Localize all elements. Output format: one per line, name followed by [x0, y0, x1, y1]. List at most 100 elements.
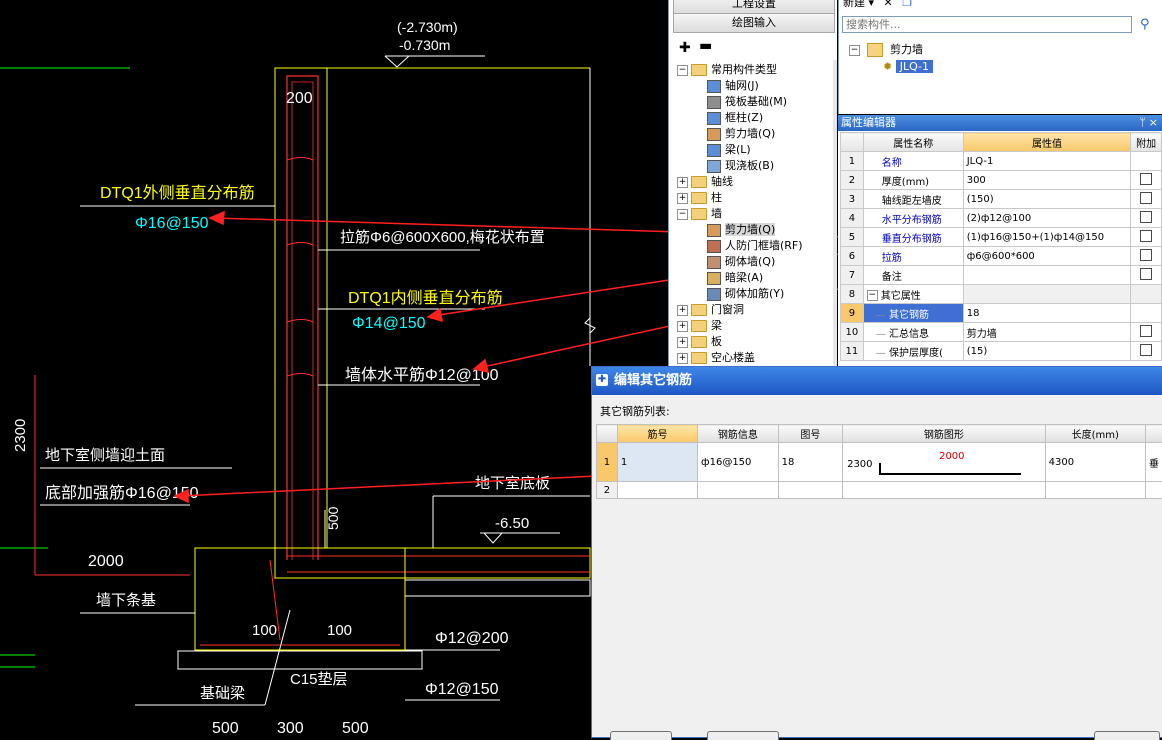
- delete-icon[interactable]: ✕: [884, 0, 893, 9]
- collapse-icon[interactable]: −: [867, 290, 878, 301]
- expand-icon[interactable]: +: [677, 177, 688, 188]
- extra-checkbox[interactable]: [1140, 268, 1152, 280]
- tree-item[interactable]: 现浇板(B): [707, 158, 774, 174]
- tree-item[interactable]: 人防门框墙(RF): [707, 238, 803, 254]
- shape-top-value[interactable]: 2000: [939, 451, 964, 462]
- property-value[interactable]: 剪力墙: [963, 323, 1131, 342]
- property-row[interactable]: 11— 保护层厚度((15): [841, 342, 1162, 361]
- extra-checkbox[interactable]: [1140, 173, 1152, 185]
- expand-icon[interactable]: +: [677, 337, 688, 348]
- rebar-info-cell[interactable]: ф16@150: [698, 443, 779, 482]
- tree-item[interactable]: +板: [677, 334, 722, 350]
- extra-cell[interactable]: 垂: [1145, 443, 1162, 482]
- figure-number-cell[interactable]: [778, 482, 842, 499]
- tree-item[interactable]: 梁(L): [707, 142, 751, 158]
- project-settings-button[interactable]: 工程设置: [673, 0, 835, 14]
- header-extra[interactable]: 附加: [1131, 133, 1162, 152]
- extra-checkbox[interactable]: [1140, 192, 1152, 204]
- expand-icon[interactable]: +: [677, 193, 688, 204]
- property-value[interactable]: 18: [963, 304, 1131, 323]
- property-row[interactable]: 2厚度(mm)300: [841, 171, 1162, 190]
- property-value[interactable]: JLQ-1: [963, 152, 1131, 171]
- tree-item[interactable]: +空心楼盖: [677, 350, 755, 366]
- grid-header-fig[interactable]: 图号: [778, 425, 842, 443]
- tree-item[interactable]: +梁: [677, 318, 722, 334]
- header-value[interactable]: 属性值: [963, 133, 1131, 152]
- pin-icon[interactable]: ᛘ: [1139, 115, 1146, 131]
- property-value[interactable]: 300: [963, 171, 1131, 190]
- property-name[interactable]: — 汇总信息: [863, 323, 963, 342]
- expand-icon[interactable]: +: [677, 321, 688, 332]
- tree-item[interactable]: +门窗洞: [677, 302, 744, 318]
- bar-number-cell[interactable]: [617, 482, 697, 499]
- property-name[interactable]: 水平分布钢筋: [863, 209, 963, 228]
- grid-header-shape[interactable]: 钢筋图形: [843, 425, 1046, 443]
- search-input[interactable]: [842, 16, 1132, 33]
- dropdown-arrow-icon[interactable]: ▾: [869, 0, 875, 9]
- extra-checkbox[interactable]: [1140, 211, 1152, 223]
- property-name[interactable]: — 其它钢筋: [863, 304, 963, 323]
- tree-item[interactable]: 剪力墙(Q): [707, 222, 775, 238]
- property-name[interactable]: 备注: [863, 266, 963, 285]
- collapse-icon[interactable]: −: [677, 209, 688, 220]
- collapse-icon[interactable]: −: [677, 65, 688, 76]
- property-value[interactable]: ф6@600*600: [963, 247, 1131, 266]
- property-value[interactable]: (15): [963, 342, 1131, 361]
- collapse-all-icon[interactable]: ▬: [699, 38, 712, 54]
- tree-item[interactable]: 暗梁(A): [707, 270, 763, 286]
- tree-item[interactable]: 砌体加筋(Y): [707, 286, 784, 302]
- shape-left-value[interactable]: 2300: [847, 459, 872, 470]
- row-number[interactable]: 1: [597, 443, 618, 482]
- tree-item[interactable]: 筏板基础(M): [707, 94, 787, 110]
- property-row[interactable]: 10— 汇总信息剪力墙: [841, 323, 1162, 342]
- tree-item[interactable]: 轴网(J): [707, 78, 759, 94]
- grid-header-info[interactable]: 钢筋信息: [698, 425, 779, 443]
- figure-number-cell[interactable]: 18: [778, 443, 842, 482]
- property-row[interactable]: 6拉筋ф6@600*600: [841, 247, 1162, 266]
- new-button[interactable]: 新建: [843, 0, 865, 9]
- tree-node-jlq1[interactable]: ✹ JLQ-1: [883, 59, 933, 75]
- length-cell[interactable]: 4300: [1045, 443, 1145, 482]
- property-row[interactable]: 4水平分布钢筋(2)ф12@100: [841, 209, 1162, 228]
- rebar-shape-cell[interactable]: 2300 2000: [843, 443, 1046, 482]
- property-name[interactable]: 厚度(mm): [863, 171, 963, 190]
- tree-item[interactable]: −墙: [677, 206, 722, 222]
- property-name[interactable]: 垂直分布钢筋: [863, 228, 963, 247]
- close-icon[interactable]: ×: [1149, 115, 1158, 131]
- property-row[interactable]: 1名称JLQ-1: [841, 152, 1162, 171]
- tree-item[interactable]: +轴线: [677, 174, 733, 190]
- tree-item[interactable]: −常用构件类型: [677, 62, 777, 78]
- property-value[interactable]: [963, 285, 1131, 304]
- property-row[interactable]: 8−其它属性: [841, 285, 1162, 304]
- rebar-row[interactable]: 2: [597, 482, 1162, 499]
- property-row[interactable]: 3轴线距左墙皮(150): [841, 190, 1162, 209]
- property-name[interactable]: 拉筋: [863, 247, 963, 266]
- grid-header-bar-no[interactable]: 筋号: [617, 425, 697, 443]
- extra-checkbox[interactable]: [1140, 230, 1152, 242]
- tree-node-shear-wall[interactable]: − 剪力墙: [849, 42, 923, 58]
- tree-item[interactable]: +柱: [677, 190, 722, 206]
- header-name[interactable]: 属性名称: [863, 133, 963, 152]
- expand-all-icon[interactable]: ✚: [679, 40, 691, 56]
- row-number[interactable]: 2: [597, 482, 618, 499]
- extra-checkbox[interactable]: [1140, 249, 1152, 261]
- property-value[interactable]: (2)ф12@100: [963, 209, 1131, 228]
- property-name[interactable]: — 保护层厚度(: [863, 342, 963, 361]
- property-value[interactable]: (150): [963, 190, 1131, 209]
- grid-header-extra[interactable]: [1145, 425, 1162, 443]
- property-row[interactable]: 5垂直分布钢筋(1)ф16@150+(1)ф14@150: [841, 228, 1162, 247]
- tree-scrollbar[interactable]: [833, 60, 837, 366]
- extra-checkbox[interactable]: [1140, 344, 1152, 356]
- tree-item[interactable]: 框柱(Z): [707, 110, 763, 126]
- expand-icon[interactable]: +: [677, 353, 688, 364]
- property-name[interactable]: −其它属性: [863, 285, 963, 304]
- copy-icon[interactable]: ❐: [902, 0, 912, 9]
- rebar-info-cell[interactable]: [698, 482, 779, 499]
- expand-icon[interactable]: +: [677, 305, 688, 316]
- search-icon[interactable]: ⚲: [1140, 17, 1150, 32]
- dialog-title-bar[interactable]: ✚ 编辑其它钢筋: [592, 367, 1162, 395]
- property-name[interactable]: 名称: [863, 152, 963, 171]
- length-cell[interactable]: [1045, 482, 1145, 499]
- property-name[interactable]: 轴线距左墙皮: [863, 190, 963, 209]
- rebar-shape-cell[interactable]: [843, 482, 1046, 499]
